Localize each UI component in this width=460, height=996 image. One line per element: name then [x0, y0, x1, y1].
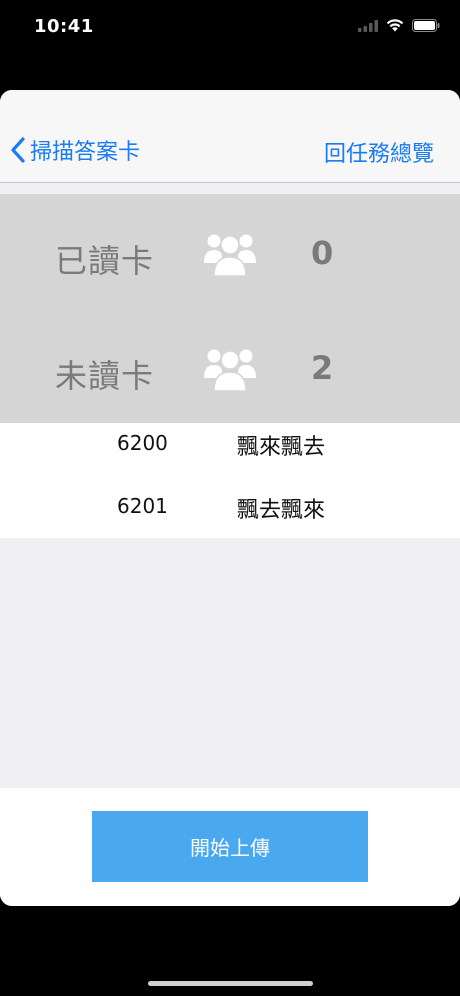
navigation-bar: 掃描答案卡 回任務總覽 [0, 90, 460, 183]
users-icon [203, 341, 257, 399]
start-upload-button[interactable]: 開始上傳 [92, 811, 368, 882]
card-name: 飄去飄來 [237, 498, 326, 523]
card-list: 6200 飄來飄去 6201 飄去飄來 [0, 423, 460, 538]
back-button[interactable]: 掃描答案卡 [10, 134, 140, 166]
read-summary-panel: 已讀卡 0 未讀卡 2 [0, 194, 460, 424]
status-bar: 10:41 [0, 0, 460, 56]
card-id: 6201 [117, 494, 168, 518]
signal-icon [358, 17, 378, 36]
unread-cards-count: 2 [311, 349, 334, 387]
wifi-icon [386, 17, 404, 36]
card-name: 飄來飄去 [237, 435, 326, 460]
unread-cards-label: 未讀卡 [55, 357, 155, 395]
read-cards-row: 已讀卡 0 [0, 214, 460, 294]
home-indicator[interactable] [148, 981, 313, 986]
read-cards-label: 已讀卡 [55, 242, 155, 280]
users-icon [203, 226, 257, 284]
modal-sheet: 掃描答案卡 回任務總覽 已讀卡 0 未讀卡 2 6200 飄來飄去 6201 飄… [0, 90, 460, 906]
status-time: 10:41 [34, 16, 94, 37]
battery-icon [412, 17, 440, 36]
read-cards-count: 0 [311, 234, 334, 272]
chevron-left-icon [11, 137, 25, 163]
card-id: 6200 [117, 431, 168, 455]
unread-cards-row: 未讀卡 2 [0, 329, 460, 409]
task-overview-button[interactable]: 回任務總覽 [324, 136, 434, 168]
list-item[interactable]: 6201 飄去飄來 [0, 486, 460, 526]
footer: 開始上傳 [0, 788, 460, 906]
back-button-label: 掃描答案卡 [30, 140, 141, 165]
status-icons [358, 17, 440, 36]
list-item[interactable]: 6200 飄來飄去 [0, 423, 460, 463]
